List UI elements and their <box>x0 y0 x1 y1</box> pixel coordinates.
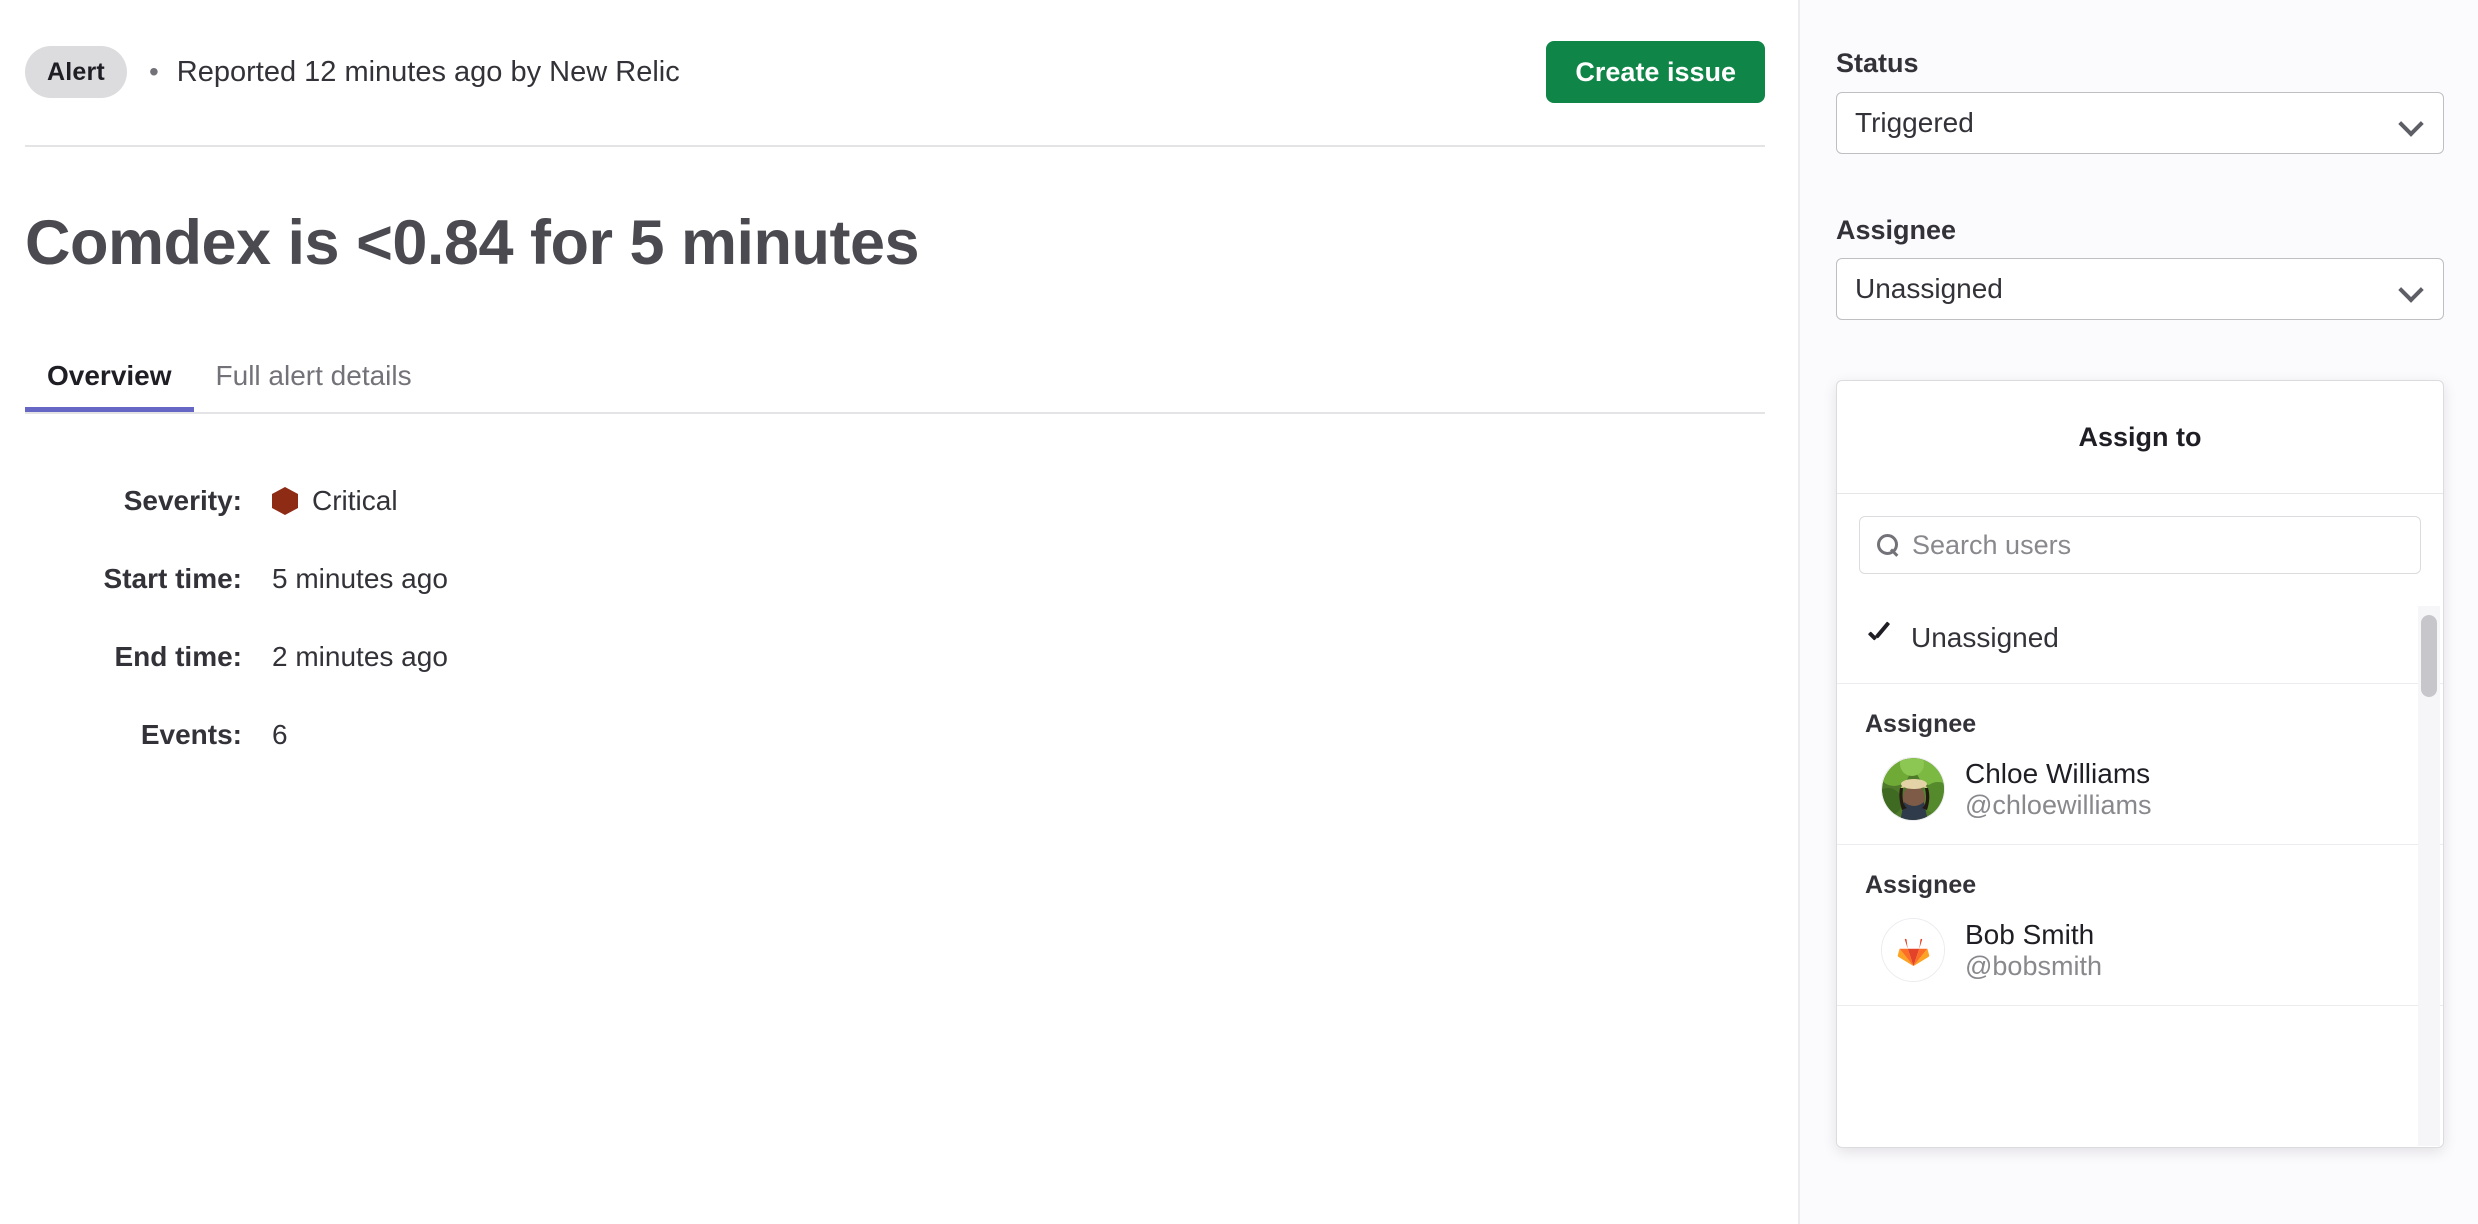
status-select[interactable]: Triggered <box>1836 92 2444 154</box>
detail-row-severity: Severity: Critical <box>0 462 1000 540</box>
detail-value-severity: Critical <box>272 485 398 517</box>
user-name: Bob Smith <box>1965 918 2095 950</box>
search-users-input[interactable] <box>1912 529 2404 561</box>
detail-row-end-time: End time: 2 minutes ago <box>0 618 1000 696</box>
list-item-user-chloe-williams[interactable]: Chloe Williams @chloewilliams <box>1837 757 2443 822</box>
tab-full-alert-details[interactable]: Full alert details <box>194 340 434 412</box>
list-item-user-bob-smith[interactable]: Bob Smith @bobsmith <box>1837 918 2443 983</box>
assignee-label: Assignee <box>1836 215 1957 245</box>
detail-label-severity: Severity: <box>123 485 242 516</box>
status-label: Status <box>1836 48 1919 78</box>
assign-to-header: Assign to <box>1837 381 2443 494</box>
page-title: Comdex is <0.84 for 5 minutes <box>25 208 920 278</box>
separator-dot: • <box>148 56 159 87</box>
assign-to-dropdown: Assign to Unassigned Assignee <box>1836 380 2444 1148</box>
severity-text: Critical <box>312 485 398 516</box>
search-icon <box>1876 533 1900 557</box>
avatar <box>1881 757 1945 822</box>
avatar <box>1881 918 1945 983</box>
unassigned-option-label: Unassigned <box>1911 621 2059 653</box>
detail-label-start-time: Start time: <box>103 563 242 594</box>
check-icon <box>1865 624 1893 652</box>
alert-sidebar: Status Triggered Assignee Unassigned Ass… <box>1798 0 2478 1224</box>
detail-value-events: 6 <box>272 719 288 750</box>
detail-value-end-time: 2 minutes ago <box>272 641 448 672</box>
chevron-down-icon <box>2399 110 2425 136</box>
chevron-down-icon <box>2399 276 2425 302</box>
dropdown-scrollbar-thumb[interactable] <box>2421 615 2437 697</box>
user-handle: @chloewilliams <box>1965 790 2152 821</box>
user-search-box[interactable] <box>1859 516 2421 574</box>
tab-bar: Overview Full alert details <box>25 340 1765 414</box>
group-title-assignee: Assignee <box>1865 870 1977 899</box>
dropdown-group-assignee-2: Assignee Bob Smith @bobsmith <box>1837 845 2443 1006</box>
detail-row-events: Events: 6 <box>0 696 1000 774</box>
assignee-select-value: Unassigned <box>1855 273 2003 304</box>
alert-detail-page: Alert • Reported 12 minutes ago by New R… <box>0 0 2478 1224</box>
status-select-value: Triggered <box>1855 107 1974 138</box>
main-content-panel: Alert • Reported 12 minutes ago by New R… <box>0 0 1798 1224</box>
detail-label-events: Events: <box>140 719 242 750</box>
assignee-select[interactable]: Unassigned <box>1836 258 2444 320</box>
user-handle: @bobsmith <box>1965 950 2102 981</box>
detail-value-start-time: 5 minutes ago <box>272 563 448 594</box>
dropdown-group-assignee-1: Assignee Chloe Williams @chloewilliams <box>1837 684 2443 845</box>
dropdown-option-unassigned[interactable]: Unassigned <box>1837 592 2443 684</box>
severity-hexagon-icon <box>272 487 298 515</box>
reported-text: Reported 12 minutes ago by New Relic <box>176 55 680 88</box>
detail-label-end-time: End time: <box>114 641 242 672</box>
tab-overview[interactable]: Overview <box>25 340 194 412</box>
alert-details-list: Severity: Critical Start time: 5 minutes… <box>0 462 1000 774</box>
user-name: Chloe Williams <box>1965 758 2151 789</box>
user-search-wrapper <box>1837 494 2443 592</box>
group-title-assignee: Assignee <box>1865 710 1977 738</box>
detail-row-start-time: Start time: 5 minutes ago <box>0 540 1000 618</box>
alert-type-badge: Alert <box>25 46 127 98</box>
user-identity: Bob Smith @bobsmith <box>1965 918 2102 983</box>
user-identity: Chloe Williams @chloewilliams <box>1965 757 2151 822</box>
header-divider <box>25 145 1765 147</box>
alert-header-row: Alert • Reported 12 minutes ago by New R… <box>25 24 1765 120</box>
create-issue-button[interactable]: Create issue <box>1546 41 1765 103</box>
